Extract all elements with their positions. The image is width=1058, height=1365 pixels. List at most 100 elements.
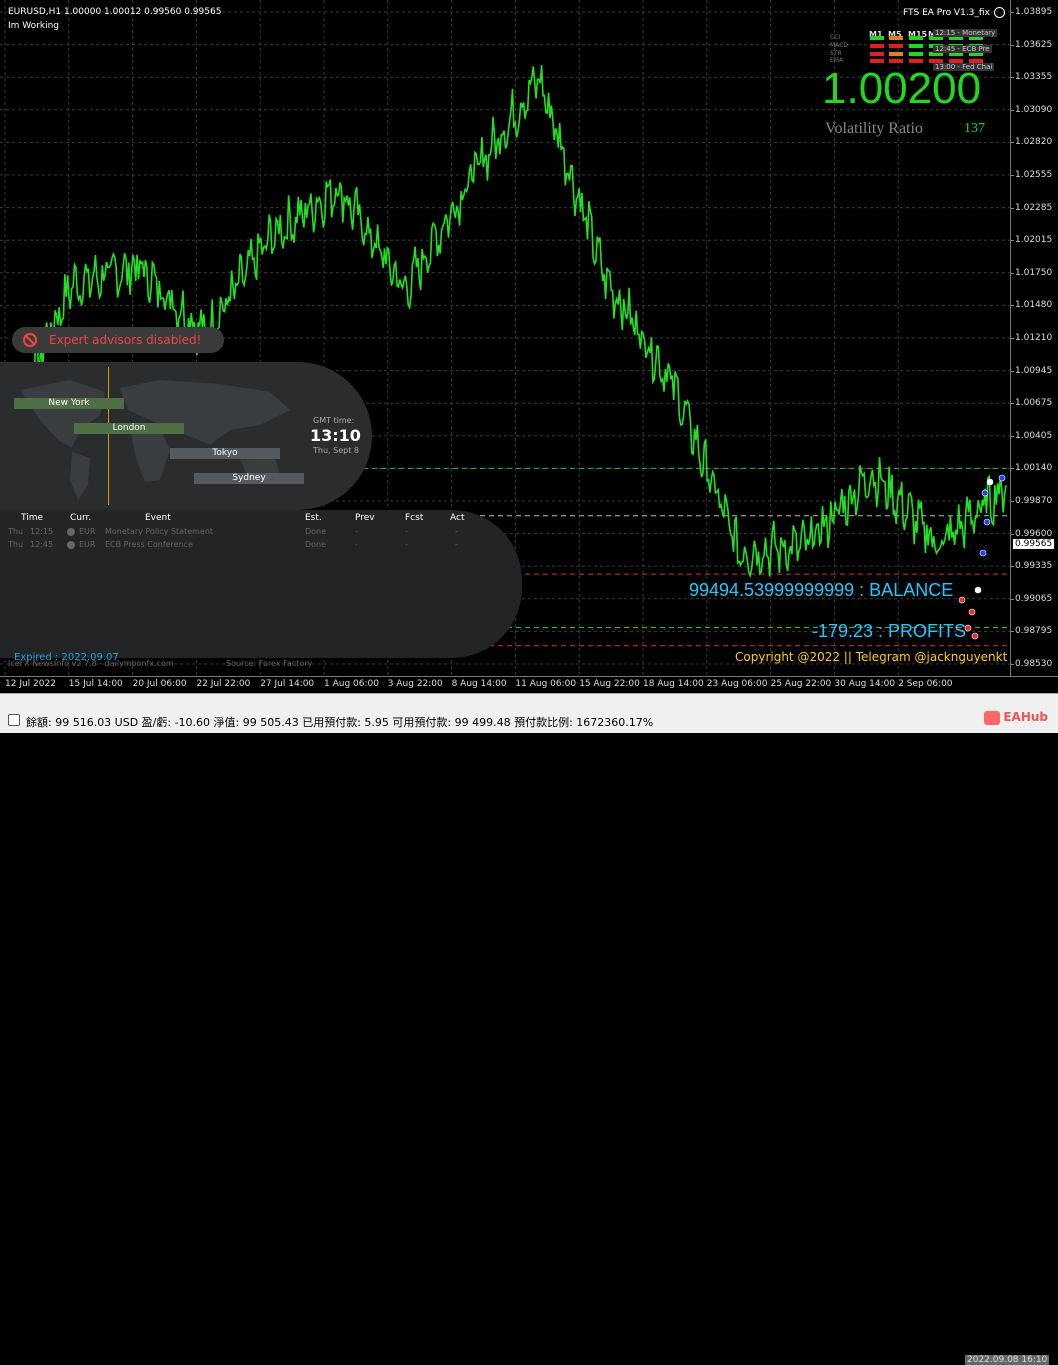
news-row-day: Thu <box>8 527 24 536</box>
brand-logo: EAHub <box>984 710 1048 725</box>
news-row-fcst: - <box>405 540 408 549</box>
news-row-time: 12:45 <box>30 540 54 549</box>
price-tick-label: 1.00675 <box>1015 398 1053 409</box>
price-tick-mark <box>1011 77 1014 79</box>
account-summary: 餘額: 99 516.03 USD 盈/虧: -10.60 淨值: 99 505… <box>26 716 654 729</box>
session-sydney: Sydney <box>194 473 304 484</box>
time-tick-label: 2 Sep 06:00 <box>898 679 953 689</box>
time-axis[interactable]: 2022.09.08 16:10 12 Jul 2022 15 Jul 14:00… <box>0 676 1058 1365</box>
session-tokyo: Tokyo <box>170 448 280 459</box>
status-bar: 餘額: 99 516.03 USD 盈/虧: -10.60 淨值: 99 505… <box>0 693 1058 733</box>
price-tick-label: 0.98530 <box>1015 659 1053 669</box>
price-tick-label: 1.02285 <box>1015 202 1053 213</box>
time-tick-label: 11 Aug 06:00 <box>515 679 577 689</box>
signal-cell <box>909 36 923 40</box>
price-tick-label: 1.03355 <box>1015 72 1053 83</box>
order-marker <box>983 518 991 526</box>
indicator-label: MACD <box>830 42 848 49</box>
signal-cell <box>909 52 923 56</box>
impact-dot-icon <box>67 541 75 549</box>
ban-icon <box>23 333 37 347</box>
news-event-tag: 12:15 - Monetary <box>933 29 998 37</box>
account-icon <box>8 714 20 726</box>
price-tick-label: 0.98795 <box>1015 626 1053 637</box>
price-tick-mark <box>1011 338 1014 339</box>
order-marker <box>974 586 982 594</box>
price-tick-label: 1.01480 <box>1015 300 1053 311</box>
order-marker <box>979 549 987 557</box>
news-header-fcst: Fcst <box>405 513 424 523</box>
volatility-value: 137 <box>964 121 985 136</box>
price-scale[interactable]: 0.99565 1.03895 1.03625 1.03355 1.03090 1.02… <box>1010 0 1058 676</box>
ea-disabled-alert: Expert advisors disabled! <box>12 327 224 353</box>
price-tick-label: 0.99870 <box>1015 496 1053 506</box>
symbol-title: EURUSD,H1 1.00000 1.00012 0.99560 0.9956… <box>8 7 222 17</box>
session-panel: New York London Tokyo Sydney GMT time: 1… <box>0 362 372 510</box>
time-tick-label: 20 Jul 06:00 <box>132 679 187 689</box>
current-date-label: 2022.09.08 16:10 <box>965 1355 1050 1365</box>
price-tick-mark <box>1011 533 1014 535</box>
news-row-prev: - <box>355 540 358 549</box>
signal-cell <box>889 59 903 63</box>
price-tick-label: 0.99065 <box>1015 593 1053 604</box>
copyright-text: Copyright @2022 || Telegram @jacknguyenk… <box>735 650 1008 664</box>
signal-cell <box>909 44 923 48</box>
profits-display: -179.23 : PROFITS <box>812 621 967 641</box>
price-tick-mark <box>1011 435 1014 437</box>
news-row-act: - <box>455 527 458 536</box>
smiley-icon[interactable] <box>994 7 1005 18</box>
news-footer-left: IceFX NewsInfo v2.7.8 - dailymoonfx.com <box>8 659 174 668</box>
signal-cell <box>870 52 884 56</box>
price-tick-mark <box>1011 370 1014 372</box>
volatility-label: Volatility Ratio <box>825 120 923 137</box>
signal-cell <box>889 44 903 48</box>
time-tick-label: 15 Aug 22:00 <box>579 679 640 689</box>
price-tick-mark <box>1011 403 1014 405</box>
price-tick-label: 1.00945 <box>1015 365 1053 376</box>
gmt-label: GMT time: <box>313 416 355 425</box>
price-tick-mark <box>1011 631 1014 633</box>
order-marker <box>968 608 976 616</box>
indicator-label: STR <box>830 50 842 57</box>
order-marker <box>981 489 989 497</box>
time-tick-label: 8 Aug 14:00 <box>451 679 507 689</box>
current-time-line <box>108 367 109 505</box>
world-map <box>20 380 290 500</box>
price-tick-mark <box>1011 501 1014 502</box>
price-tick-label: 1.02555 <box>1015 170 1053 180</box>
order-marker <box>986 478 994 486</box>
news-footer-right: Source: Forex Factory <box>226 659 313 668</box>
ea-status-text: Im Working <box>8 21 59 31</box>
news-row-est: Done <box>305 540 327 549</box>
news-panel: Time Curr. Event Est. Prev Fcst Act Thu … <box>0 510 522 658</box>
session-london: London <box>74 423 184 434</box>
price-tick-label: 1.00140 <box>1015 463 1053 474</box>
signal-cell <box>870 36 884 40</box>
news-row-currency: EUR <box>79 540 96 549</box>
price-tick-mark <box>1011 142 1014 144</box>
order-marker <box>971 632 979 640</box>
price-tick-mark <box>1011 44 1014 46</box>
price-tick-label: 1.03625 <box>1015 39 1053 50</box>
ea-name: FTS EA Pro V1.3_fix <box>903 8 990 18</box>
news-row-est: Done <box>305 527 327 536</box>
chart-area[interactable]: EURUSD,H1 1.00000 1.00012 0.99560 0.9956… <box>0 0 1010 676</box>
price-tick-mark <box>1011 109 1014 111</box>
signal-cell <box>909 59 923 63</box>
time-tick-label: 15 Jul 14:00 <box>68 679 123 689</box>
current-price-label: 0.99565 <box>1013 539 1055 549</box>
price-tick-label: 1.01210 <box>1015 333 1053 343</box>
time-tick-label: 30 Aug 14:00 <box>834 679 896 689</box>
price-tick-label: 1.03895 <box>1015 7 1053 17</box>
time-tick-label: 25 Aug 22:00 <box>770 679 832 689</box>
gmt-time: 13:10 <box>310 426 361 445</box>
price-tick-mark <box>1011 305 1014 307</box>
price-tick-label: 1.02015 <box>1015 235 1053 246</box>
news-row-event: ECB Press Conference <box>105 540 193 549</box>
news-header-prev: Prev <box>355 513 375 523</box>
price-tick-label: 0.99335 <box>1015 561 1053 572</box>
price-tick-mark <box>1011 272 1014 274</box>
price-tick-mark <box>1011 12 1014 13</box>
price-tick-mark <box>1011 175 1014 176</box>
price-tick-label: 1.01750 <box>1015 267 1053 278</box>
